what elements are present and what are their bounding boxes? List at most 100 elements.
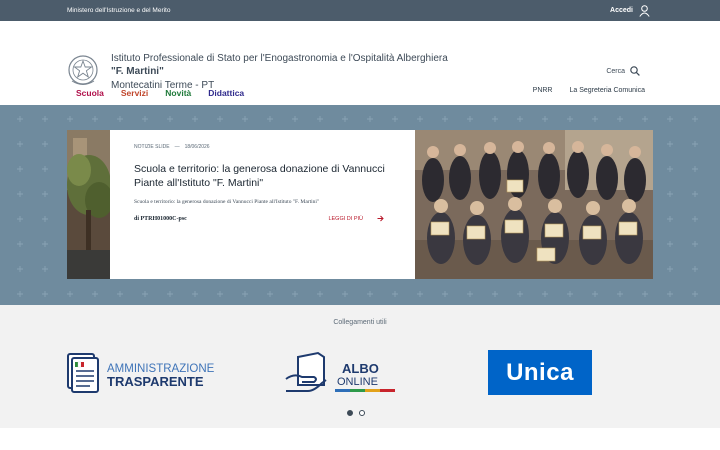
unica-logo-text: Unica bbox=[506, 358, 574, 386]
pattern-plus bbox=[67, 116, 73, 122]
slide-category[interactable]: NOTIZIE SLIDE bbox=[134, 144, 170, 150]
group-photo-image bbox=[415, 130, 653, 279]
search-icon bbox=[630, 66, 640, 76]
nav-item-pnrr[interactable]: PNRR bbox=[533, 87, 553, 94]
pattern-plus bbox=[17, 266, 23, 272]
nav-item-scuola[interactable]: Scuola bbox=[76, 88, 104, 98]
links-carousel-dot[interactable] bbox=[359, 410, 365, 416]
school-name: "F. Martini" bbox=[111, 66, 164, 77]
pattern-plus bbox=[42, 141, 48, 147]
pattern-plus bbox=[492, 116, 498, 122]
republic-emblem-icon bbox=[68, 55, 98, 85]
pattern-plus bbox=[392, 291, 398, 297]
nav-item-didattica[interactable]: Didattica bbox=[208, 88, 244, 98]
pattern-plus bbox=[392, 116, 398, 122]
links-carousel-dot[interactable] bbox=[347, 410, 353, 416]
slide-date: 18/06/2026 bbox=[184, 144, 210, 150]
pattern-plus bbox=[642, 291, 648, 297]
slide-excerpt: Scuola e territorio: la generosa donazio… bbox=[134, 199, 320, 205]
pattern-plus bbox=[217, 291, 223, 297]
pattern-plus bbox=[567, 116, 573, 122]
pattern-plus bbox=[17, 141, 23, 147]
pattern-plus bbox=[167, 291, 173, 297]
login-label: Accedi bbox=[610, 7, 633, 14]
pattern-plus bbox=[292, 116, 298, 122]
pattern-plus bbox=[467, 291, 473, 297]
pattern-plus bbox=[667, 241, 673, 247]
slide-card: NOTIZIE SLIDE — 18/06/2026 Scuola e terr… bbox=[110, 130, 453, 279]
slide-author: di PTRH01000C-psc bbox=[134, 215, 187, 222]
pattern-plus bbox=[42, 116, 48, 122]
links-carousel-dots bbox=[347, 410, 365, 416]
albo-online-link[interactable]: ALBO ONLINE bbox=[284, 351, 399, 402]
pattern-plus bbox=[692, 266, 698, 272]
pattern-plus bbox=[17, 216, 23, 222]
pattern-plus bbox=[617, 116, 623, 122]
pattern-plus bbox=[517, 291, 523, 297]
pattern-plus bbox=[592, 116, 598, 122]
pattern-plus bbox=[467, 116, 473, 122]
unica-link[interactable]: Unica bbox=[488, 350, 592, 395]
pattern-plus bbox=[692, 291, 698, 297]
pattern-plus bbox=[42, 266, 48, 272]
slide-footer: di PTRH01000C-psc LEGGI DI PIÙ bbox=[134, 215, 384, 222]
pattern-plus bbox=[617, 291, 623, 297]
school-name-block[interactable]: Istituto Professionale di Stato per l'En… bbox=[111, 52, 448, 93]
search-label: Cerca bbox=[606, 67, 625, 75]
pattern-plus bbox=[667, 116, 673, 122]
login-button[interactable]: Accedi bbox=[610, 4, 650, 17]
read-more-link[interactable]: LEGGI DI PIÙ bbox=[328, 215, 384, 222]
pattern-plus bbox=[517, 116, 523, 122]
pattern-plus bbox=[692, 141, 698, 147]
ministry-link[interactable]: Ministero dell'Istruzione e del Merito bbox=[67, 7, 170, 14]
pattern-plus bbox=[167, 116, 173, 122]
search-button[interactable]: Cerca bbox=[606, 66, 640, 76]
albo-line2: ONLINE bbox=[337, 376, 378, 388]
slide-headline[interactable]: Scuola e territorio: la generosa donazio… bbox=[134, 162, 396, 190]
arrow-right-icon bbox=[377, 215, 384, 222]
pattern-plus bbox=[317, 291, 323, 297]
pattern-plus bbox=[92, 116, 98, 122]
pattern-plus bbox=[592, 291, 598, 297]
pattern-plus bbox=[692, 216, 698, 222]
pattern-plus bbox=[692, 116, 698, 122]
school-title: Istituto Professionale di Stato per l'En… bbox=[111, 53, 448, 64]
pattern-plus bbox=[692, 241, 698, 247]
pattern-plus bbox=[42, 241, 48, 247]
pattern-plus bbox=[667, 166, 673, 172]
pattern-plus bbox=[42, 191, 48, 197]
pattern-plus bbox=[317, 116, 323, 122]
pattern-plus bbox=[442, 291, 448, 297]
user-icon bbox=[639, 4, 650, 17]
pattern-plus bbox=[67, 291, 73, 297]
nav-item-segreteria[interactable]: La Segreteria Comunica bbox=[570, 87, 646, 94]
pattern-plus bbox=[367, 116, 373, 122]
pattern-plus bbox=[292, 291, 298, 297]
top-bar: Ministero dell'Istruzione e del Merito A… bbox=[0, 0, 720, 21]
pattern-plus bbox=[217, 116, 223, 122]
pattern-plus bbox=[17, 191, 23, 197]
pattern-plus bbox=[142, 291, 148, 297]
carousel-slide: NOTIZIE SLIDE — 18/06/2026 Scuola e terr… bbox=[67, 130, 653, 279]
nav-item-servizi[interactable]: Servizi bbox=[121, 88, 148, 98]
pattern-plus bbox=[17, 291, 23, 297]
pattern-plus bbox=[367, 291, 373, 297]
pattern-plus bbox=[667, 191, 673, 197]
amministrazione-trasparente-link[interactable]: AMMINISTRAZIONE TRASPARENTE bbox=[66, 352, 216, 401]
pattern-plus bbox=[667, 141, 673, 147]
pattern-plus bbox=[142, 116, 148, 122]
pattern-plus bbox=[117, 291, 123, 297]
pattern-plus bbox=[417, 116, 423, 122]
main-nav: Scuola Servizi Novità Didattica bbox=[76, 88, 244, 98]
pattern-plus bbox=[92, 291, 98, 297]
meta-separator: — bbox=[174, 144, 180, 150]
pattern-plus bbox=[692, 166, 698, 172]
pattern-plus bbox=[117, 116, 123, 122]
useful-links-title: Collegamenti utili bbox=[333, 319, 387, 326]
pattern-plus bbox=[42, 216, 48, 222]
pattern-plus bbox=[192, 116, 198, 122]
pattern-plus bbox=[417, 291, 423, 297]
pattern-plus bbox=[242, 291, 248, 297]
nav-item-novita[interactable]: Novità bbox=[165, 88, 191, 98]
pattern-plus bbox=[667, 266, 673, 272]
